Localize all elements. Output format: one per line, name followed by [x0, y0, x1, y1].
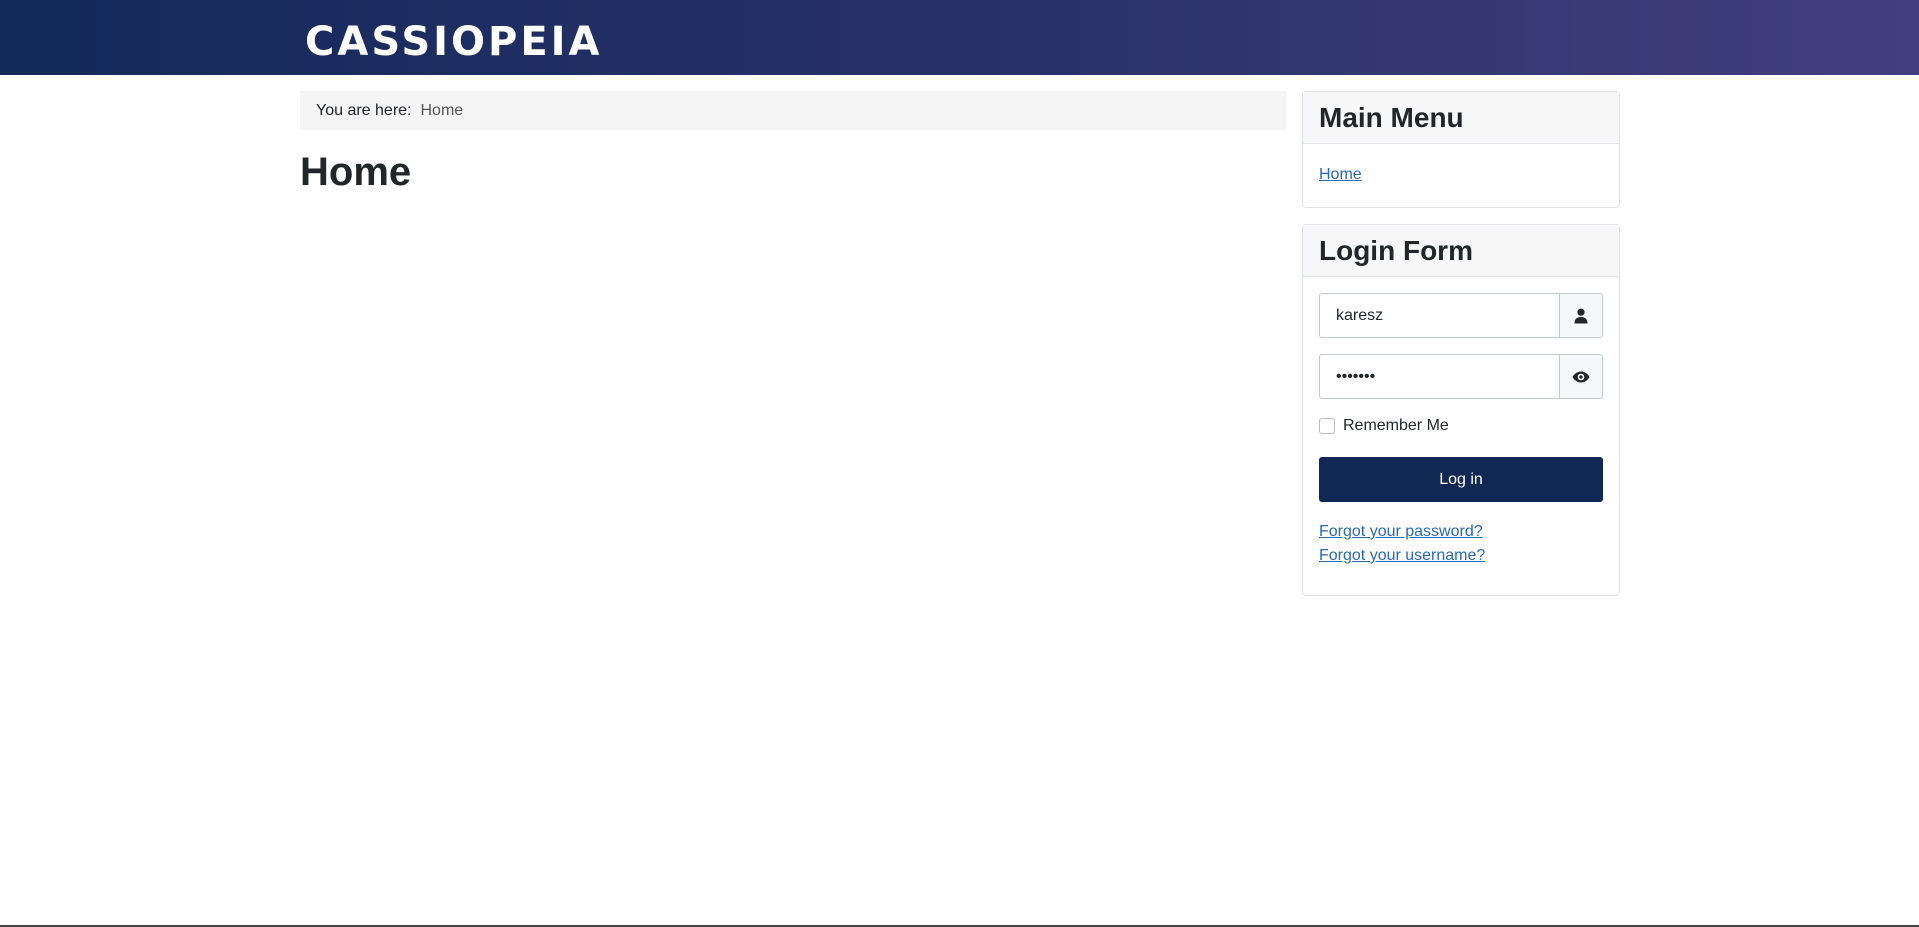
- menu-item-home[interactable]: Home: [1319, 166, 1362, 184]
- login-form-body: Remember Me Log in Forgot your password?…: [1303, 277, 1619, 584]
- login-links: Forgot your password? Forgot your userna…: [1319, 520, 1603, 568]
- login-form-module: Login Form Remember Me: [1302, 224, 1620, 596]
- username-addon: [1559, 293, 1603, 338]
- eye-icon: [1572, 371, 1590, 382]
- main-menu-title: Main Menu: [1303, 92, 1619, 144]
- login-form-title: Login Form: [1303, 225, 1619, 277]
- breadcrumb-prefix: You are here:: [316, 101, 412, 119]
- username-group: [1319, 293, 1603, 338]
- forgot-password-link[interactable]: Forgot your password?: [1319, 520, 1603, 544]
- site-header: CASSIOPEIA: [0, 0, 1919, 75]
- show-password-button[interactable]: [1559, 354, 1603, 399]
- password-input[interactable]: [1319, 354, 1559, 399]
- remember-me-checkbox[interactable]: [1319, 418, 1335, 434]
- remember-me-label[interactable]: Remember Me: [1343, 417, 1449, 435]
- main-menu-body: Home: [1303, 144, 1619, 200]
- password-group: [1319, 354, 1603, 399]
- breadcrumb: You are here: Home: [300, 91, 1286, 130]
- main-menu-module: Main Menu Home: [1302, 91, 1620, 208]
- remember-me-row: Remember Me: [1319, 415, 1603, 437]
- page-title: Home: [300, 150, 412, 194]
- forgot-username-link[interactable]: Forgot your username?: [1319, 544, 1603, 568]
- user-icon: [1574, 308, 1588, 323]
- login-button[interactable]: Log in: [1319, 457, 1603, 502]
- site-logo[interactable]: CASSIOPEIA: [305, 19, 603, 65]
- username-input[interactable]: [1319, 293, 1559, 338]
- breadcrumb-current: Home: [420, 101, 464, 119]
